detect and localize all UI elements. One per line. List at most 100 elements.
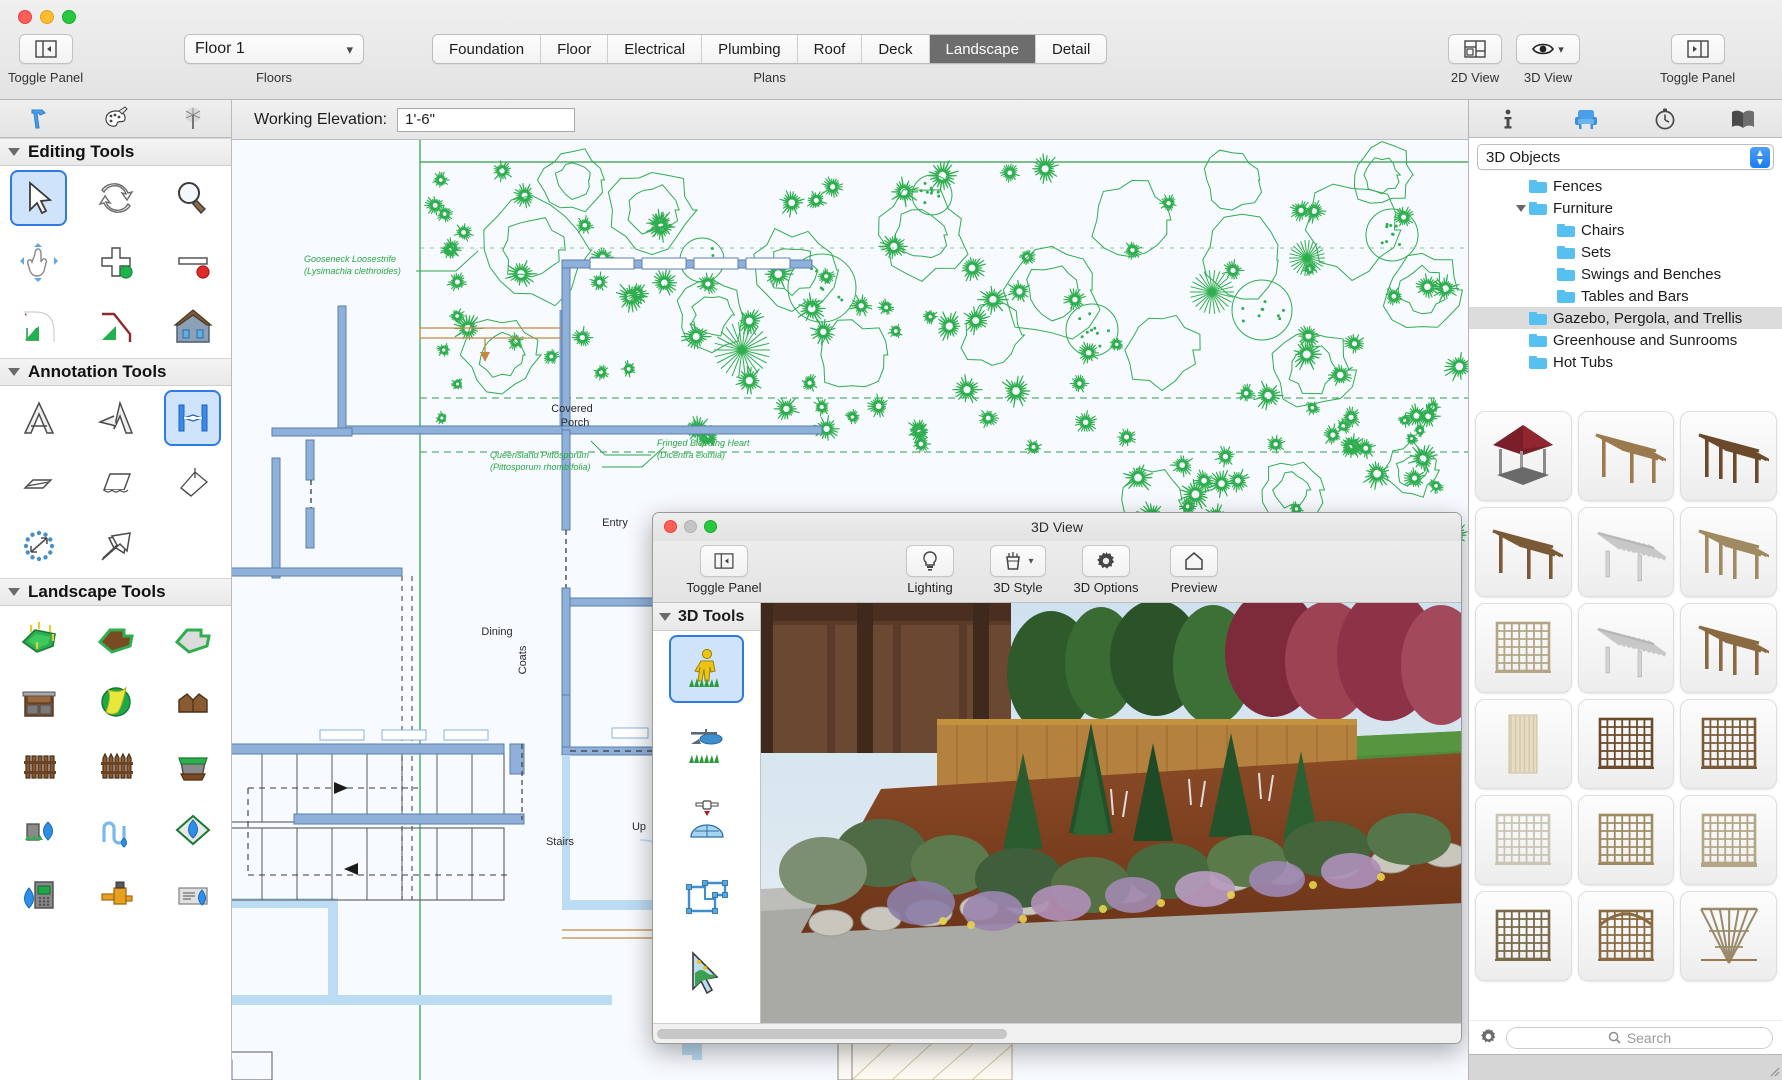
3d-toggle-panel-button[interactable]: Toggle Panel [669, 545, 779, 595]
section-header-landscape-tools[interactable]: Landscape Tools [0, 578, 231, 606]
working-elevation-input[interactable]: 1'-6" [397, 107, 576, 132]
text-tool[interactable] [0, 386, 77, 450]
3d-lighting-button[interactable]: Lighting [889, 545, 971, 595]
retaining-wall-tool[interactable] [154, 670, 231, 734]
minimize-button[interactable] [40, 10, 54, 24]
plant-tool[interactable] [77, 670, 154, 734]
tree-item-hot-tubs[interactable]: Hot Tubs [1469, 351, 1782, 373]
remove-point-tool[interactable] [154, 230, 231, 294]
rotate-tool[interactable] [77, 166, 154, 230]
library-panel-tabs[interactable] [1469, 100, 1782, 138]
close-button[interactable] [18, 10, 32, 24]
library-thumbnail-wood-trellis-grid[interactable] [1475, 891, 1572, 981]
toggle-panel-left-button[interactable] [18, 34, 73, 64]
left-panel-tabs[interactable] [0, 100, 231, 138]
tree-item-sets[interactable]: Sets [1469, 241, 1782, 263]
pan-tool[interactable] [0, 230, 77, 294]
3d-lighting-icon-wrap[interactable] [906, 545, 954, 577]
3d-preview-icon-wrap[interactable] [1170, 545, 1218, 577]
disclosure-triangle-icon[interactable] [8, 588, 20, 596]
disclosure-triangle-icon[interactable] [659, 612, 671, 621]
library-search-input[interactable]: Search [1506, 1026, 1773, 1049]
library-thumbnail-white-metal-gazebo[interactable] [1577, 603, 1675, 693]
leader-line-tool[interactable] [0, 450, 77, 514]
tab-materials[interactable] [77, 100, 154, 137]
toggle-panel-right-button[interactable] [1670, 34, 1725, 64]
picket-fence-tool[interactable] [77, 734, 154, 798]
library-thumbnail-wood-lattice-panel[interactable] [1577, 699, 1675, 789]
maximize-button[interactable] [62, 10, 76, 24]
tab-reference[interactable] [1704, 100, 1782, 137]
point-marker-tool[interactable] [0, 514, 77, 578]
plans-tab-foundation[interactable]: Foundation [433, 35, 542, 63]
library-thumbnail-white-pergola-posts[interactable] [1577, 507, 1675, 597]
3d-view-window[interactable]: 3D View Toggle Panel Lighting ▾ 3D Style 3D… [652, 512, 1462, 1044]
view-2d-button-icon-wrap[interactable] [1448, 34, 1502, 64]
house-tool[interactable] [154, 294, 231, 358]
library-thumbnail-cream-curtain-panel[interactable] [1475, 699, 1572, 789]
tab-library-browser[interactable] [1547, 100, 1625, 137]
tree-item-gazebo-pergola-and-trellis[interactable]: Gazebo, Pergola, and Trellis [1469, 307, 1782, 329]
library-thumbnail-dark-lattice-screen[interactable] [1680, 699, 1777, 789]
overview-tool[interactable] [653, 783, 760, 859]
chamfer-corner-tool[interactable] [77, 294, 154, 358]
select-tool[interactable] [0, 166, 77, 230]
add-point-tool[interactable] [77, 230, 154, 294]
plans-tab-group[interactable]: Foundation Floor Electrical Plumbing Roof Dec… [432, 34, 1108, 64]
plans-tab-deck[interactable]: Deck [862, 35, 930, 63]
disclosure-triangle-icon[interactable] [1516, 204, 1526, 212]
plans-tab-electrical[interactable]: Electrical [608, 35, 703, 63]
floor-overview-tool[interactable] [653, 859, 760, 935]
3d-preview-button[interactable]: Preview [1153, 545, 1235, 595]
3d-toggle-panel-icon-wrap[interactable] [700, 545, 748, 577]
sprinkler-head-tool[interactable] [0, 798, 77, 862]
library-settings-button[interactable] [1479, 1027, 1498, 1049]
combo-stepper-icon[interactable]: ▲ ▼ [1750, 147, 1770, 168]
fence-tool[interactable] [0, 734, 77, 798]
library-thumbnail-dark-wood-pergola[interactable] [1680, 507, 1777, 597]
arrow-tool[interactable] [77, 514, 154, 578]
rich-text-tool[interactable] [77, 386, 154, 450]
tab-history[interactable] [1626, 100, 1704, 137]
plans-tab-floor[interactable]: Floor [541, 35, 609, 63]
terrain-hole-tool[interactable] [154, 606, 231, 670]
3d-tools-section-header[interactable]: 3D Tools [653, 603, 760, 631]
angular-dimension-tool[interactable] [154, 450, 231, 514]
dimension-tool[interactable] [154, 386, 231, 450]
full-camera-tool[interactable] [653, 631, 760, 707]
tab-plants[interactable] [154, 100, 231, 137]
3d-3d-options-icon-wrap[interactable] [1082, 545, 1130, 577]
3d-close-button[interactable] [664, 520, 677, 533]
tab-building-tools[interactable] [0, 100, 77, 137]
doll-house-view-tool[interactable] [653, 707, 760, 783]
library-thumbnail-white-trellis-panel[interactable] [1577, 795, 1675, 885]
library-thumbnail-grid[interactable] [1469, 405, 1782, 1080]
terrain-perimeter-tool[interactable] [0, 606, 77, 670]
section-header-editing-tools[interactable]: Editing Tools [0, 138, 231, 166]
library-thumbnail-red-roof-gazebo[interactable] [1475, 411, 1572, 501]
irrigation-controller-tool[interactable] [0, 862, 77, 926]
garden-bed-tool[interactable] [0, 670, 77, 734]
zoom-tool[interactable] [154, 166, 231, 230]
tree-item-greenhouse-and-sunrooms[interactable]: Greenhouse and Sunrooms [1469, 329, 1782, 351]
library-thumbnail-tan-pergola-columns[interactable] [1680, 603, 1777, 693]
tree-item-furniture[interactable]: Furniture [1469, 197, 1782, 219]
disclosure-triangle-icon[interactable] [8, 368, 20, 376]
plans-tab-plumbing[interactable]: Plumbing [702, 35, 798, 63]
tab-object-info[interactable] [1469, 100, 1547, 137]
tree-item-fences[interactable]: Fences [1469, 175, 1782, 197]
plans-tab-roof[interactable]: Roof [797, 35, 863, 63]
3d-3d-style-icon-wrap[interactable]: ▾ [990, 545, 1046, 577]
plans-tab-detail[interactable]: Detail [1035, 35, 1107, 63]
floor-selector[interactable]: Floor 1 ▾ [184, 34, 364, 64]
library-thumbnail-wood-pergola-double[interactable] [1680, 411, 1777, 501]
library-thumbnail-arched-trellis-gate[interactable] [1577, 891, 1675, 981]
disclosure-triangle-icon[interactable] [8, 148, 20, 156]
3d-3d-style-button[interactable]: ▾ 3D Style [977, 545, 1059, 595]
library-thumbnail-fan-trellis[interactable] [1680, 891, 1777, 981]
3d-maximize-button[interactable] [704, 520, 717, 533]
tree-item-swings-and-benches[interactable]: Swings and Benches [1469, 263, 1782, 285]
library-thumbnail-lattice-arbor-seat[interactable] [1475, 603, 1572, 693]
library-tree[interactable]: Fences Furniture Chairs Sets Swings and Benc… [1469, 175, 1782, 373]
view-3d-button[interactable]: ▾ 3D View [1516, 34, 1580, 85]
